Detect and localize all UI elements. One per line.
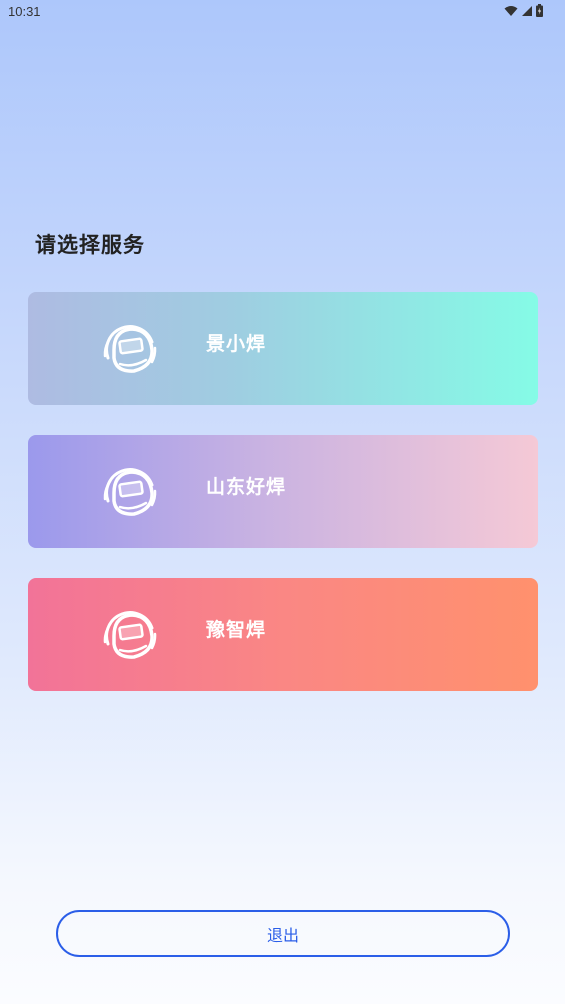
battery-icon <box>536 4 543 17</box>
status-bar: 10:31 <box>0 0 565 24</box>
exit-button-label: 退出 <box>266 925 299 945</box>
service-card-shandonghaohan[interactable]: 山东好焊 <box>28 435 538 548</box>
wifi-icon <box>504 5 518 16</box>
welding-helmet-icon <box>103 325 157 373</box>
status-time: 10:31 <box>8 4 41 19</box>
signal-icon <box>522 5 532 16</box>
service-card-jingxiaohan[interactable]: 景小焊 <box>28 292 538 405</box>
page-title: 请选择服务 <box>35 233 145 257</box>
welding-helmet-icon <box>103 468 157 516</box>
service-label: 豫智焊 <box>206 619 267 641</box>
welding-helmet-icon <box>103 611 157 659</box>
service-label: 景小焊 <box>206 333 267 355</box>
exit-button[interactable]: 退出 <box>56 910 510 957</box>
service-label: 山东好焊 <box>206 476 287 498</box>
status-icons <box>504 4 543 17</box>
service-card-yuzhihan[interactable]: 豫智焊 <box>28 578 538 691</box>
